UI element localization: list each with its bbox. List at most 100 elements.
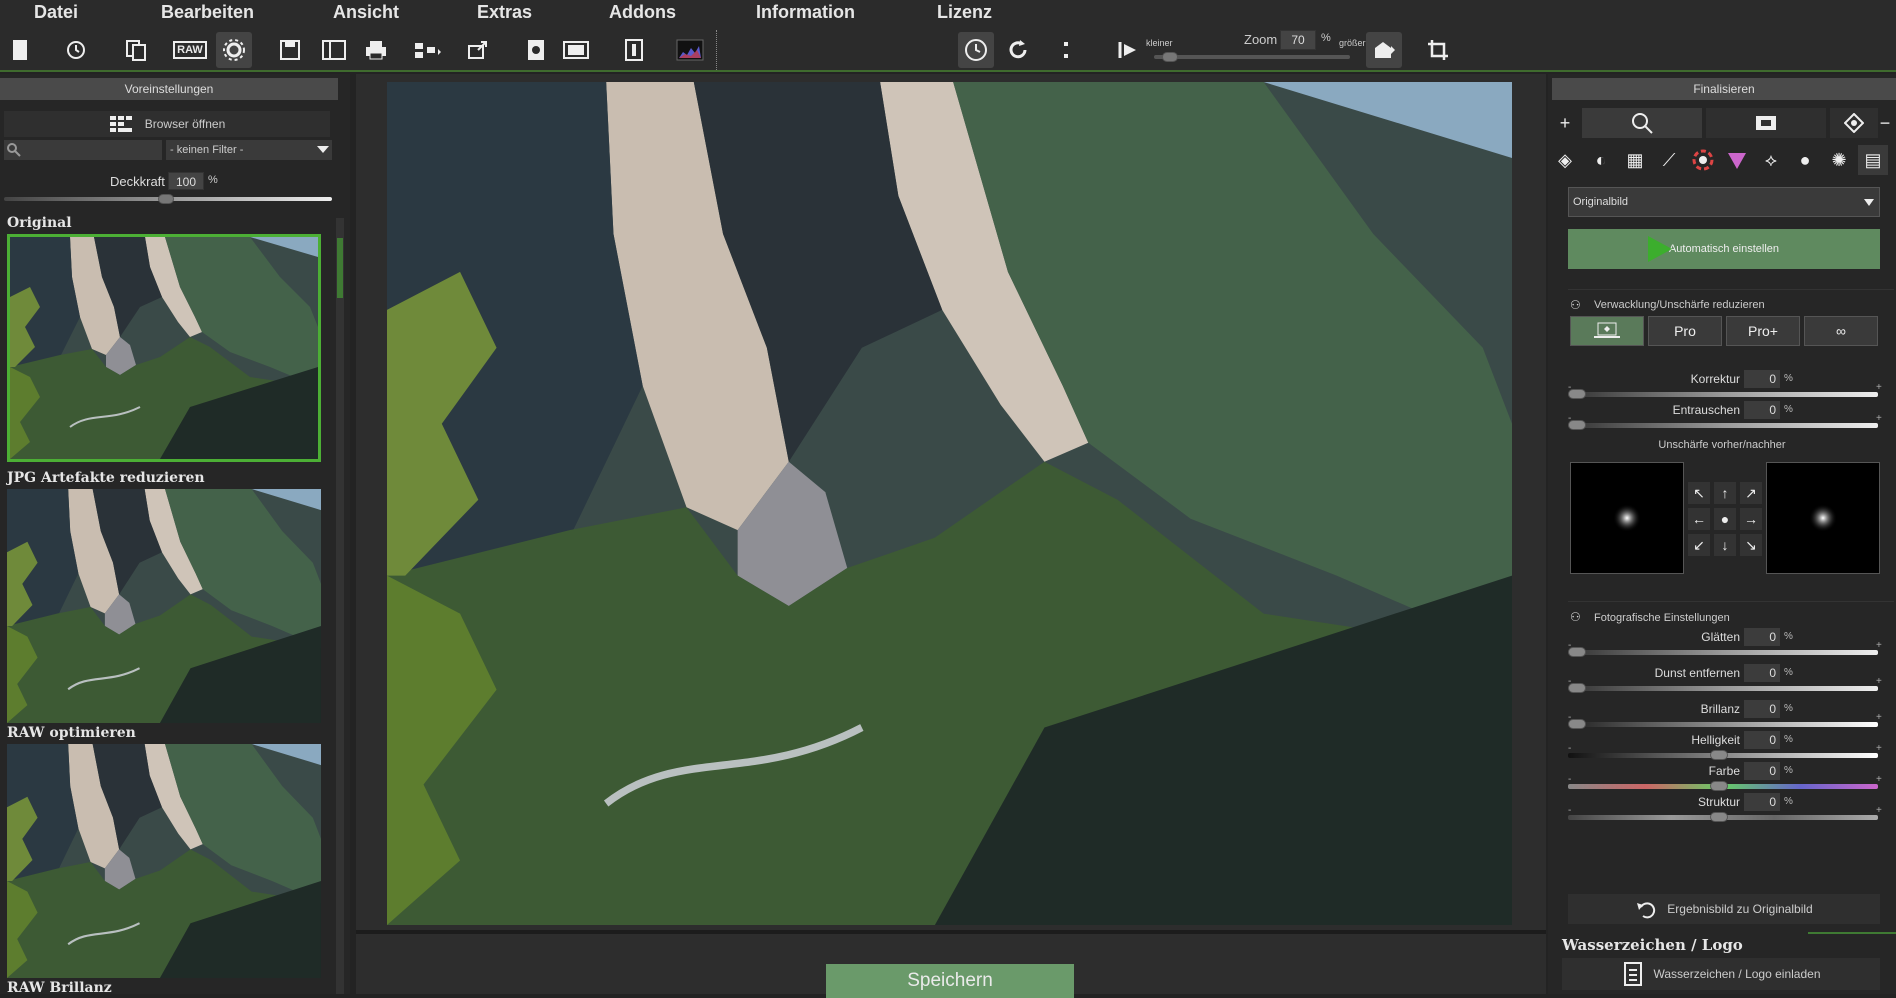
rgb-triangle-icon[interactable] xyxy=(1722,145,1752,175)
opacity-slider-knob[interactable] xyxy=(158,194,174,204)
center-dot-icon[interactable]: ● xyxy=(1714,508,1736,530)
wand-icon[interactable]: ⟋ xyxy=(1654,145,1684,175)
color-wheel-icon[interactable] xyxy=(1688,145,1718,175)
slider-knob[interactable] xyxy=(1710,750,1728,760)
slider-track[interactable] xyxy=(1568,392,1878,397)
accent-line xyxy=(1808,932,1896,934)
lens-icon[interactable]: ● xyxy=(1790,145,1820,175)
arrow-up-right-icon[interactable]: ↗ xyxy=(1740,482,1762,504)
slider-track[interactable] xyxy=(1568,650,1878,655)
new-file-icon[interactable] xyxy=(2,32,38,68)
slider-label: Struktur xyxy=(1697,795,1740,809)
mode-basic-button[interactable] xyxy=(1570,316,1644,346)
tab-frame[interactable] xyxy=(1706,108,1826,138)
rotate-icon[interactable] xyxy=(1000,32,1036,68)
slider-track[interactable] xyxy=(1568,686,1878,691)
menu-datei[interactable]: Datei xyxy=(34,2,78,23)
save-button[interactable]: Speichern xyxy=(826,964,1074,998)
slider-track[interactable] xyxy=(1568,722,1878,727)
arrow-down-left-icon[interactable]: ↙ xyxy=(1688,534,1710,556)
arrow-up-left-icon[interactable]: ↖ xyxy=(1688,482,1710,504)
batch-icon[interactable] xyxy=(518,32,554,68)
noise-icon[interactable]: ▦ xyxy=(1620,145,1650,175)
slider-knob[interactable] xyxy=(1568,719,1586,729)
document-icon[interactable]: ▤ xyxy=(1858,145,1888,175)
contrast-icon[interactable]: ◐ xyxy=(1586,145,1616,175)
browser-grid-icon xyxy=(109,116,132,132)
zoom-slider[interactable] xyxy=(1154,55,1350,59)
slider-value-input[interactable]: 0 xyxy=(1744,628,1780,646)
browser-open-button[interactable]: Browser öffnen xyxy=(4,111,330,137)
source-image-select[interactable]: Originalbild xyxy=(1568,187,1880,217)
zoom-in-icon[interactable] xyxy=(1366,32,1402,68)
filter-select[interactable]: - keinen Filter - xyxy=(166,140,332,160)
presets-gear-icon[interactable] xyxy=(216,32,252,68)
filter-select-value: - keinen Filter - xyxy=(170,144,244,156)
slider-value-input[interactable]: 0 xyxy=(1744,762,1780,780)
slider-knob[interactable] xyxy=(1568,647,1586,657)
mode-infinity-button[interactable]: ∞ xyxy=(1804,316,1878,346)
print-icon[interactable] xyxy=(358,32,394,68)
crop-icon[interactable] xyxy=(1420,32,1456,68)
history-icon[interactable] xyxy=(58,32,94,68)
copy-icon[interactable] xyxy=(118,32,154,68)
menu-lizenz[interactable]: Lizenz xyxy=(937,2,992,23)
scrollbar-thumb[interactable] xyxy=(337,238,343,298)
slider-value-input[interactable]: 0 xyxy=(1744,793,1780,811)
preview-divider xyxy=(356,930,1546,934)
save-icon[interactable] xyxy=(272,32,308,68)
preset-thumb-jpg[interactable] xyxy=(7,489,321,723)
mode-proplus-button[interactable]: Pro+ xyxy=(1726,316,1800,346)
aperture-icon[interactable]: ✺ xyxy=(1824,145,1854,175)
slider-knob[interactable] xyxy=(1568,389,1586,399)
zoom-out-icon[interactable] xyxy=(1108,32,1144,68)
zoom-slider-knob[interactable] xyxy=(1162,52,1178,62)
mode-pro-button[interactable]: Pro xyxy=(1648,316,1722,346)
slider-knob[interactable] xyxy=(1710,812,1728,822)
arrow-right-icon[interactable]: → xyxy=(1740,508,1762,530)
zoom-value-input[interactable]: 70 xyxy=(1280,30,1316,50)
curves-icon[interactable]: ⟡ xyxy=(1756,145,1786,175)
slider-knob[interactable] xyxy=(1568,683,1586,693)
export-icon[interactable] xyxy=(410,32,446,68)
menu-bearbeiten[interactable]: Bearbeiten xyxy=(161,2,254,23)
slider-value-input[interactable]: 0 xyxy=(1744,370,1780,388)
menu-ansicht[interactable]: Ansicht xyxy=(333,2,399,23)
info-icon[interactable] xyxy=(616,32,652,68)
slider-value-input[interactable]: 0 xyxy=(1744,731,1780,749)
tab-search[interactable] xyxy=(1582,108,1702,138)
menu-extras[interactable]: Extras xyxy=(477,2,532,23)
opacity-value-input[interactable]: 100 xyxy=(168,172,204,190)
slider-value-input[interactable]: 0 xyxy=(1744,700,1780,718)
share-icon[interactable] xyxy=(460,32,496,68)
slider-knob[interactable] xyxy=(1568,420,1586,430)
main-image-preview[interactable] xyxy=(387,82,1512,925)
arrow-up-icon[interactable]: ↑ xyxy=(1714,482,1736,504)
slider-track[interactable] xyxy=(1568,423,1878,428)
raw-settings-icon[interactable]: RAW xyxy=(172,32,208,68)
more-icon[interactable] xyxy=(1048,32,1084,68)
slider-value-input[interactable]: 0 xyxy=(1744,401,1780,419)
compare-icon[interactable] xyxy=(558,32,594,68)
add-icon[interactable]: + xyxy=(1550,108,1580,138)
preset-thumb-raw[interactable] xyxy=(7,744,321,978)
remove-icon[interactable]: − xyxy=(1870,108,1896,138)
compare-clock-icon[interactable] xyxy=(958,32,994,68)
slider-value-input[interactable]: 0 xyxy=(1744,664,1780,682)
menu-addons[interactable]: Addons xyxy=(609,2,676,23)
arrow-left-icon[interactable]: ← xyxy=(1688,508,1710,530)
arrow-down-right-icon[interactable]: ↘ xyxy=(1740,534,1762,556)
watermark-load-button[interactable]: Wasserzeichen / Logo einladen xyxy=(1562,958,1880,990)
slider-knob[interactable] xyxy=(1710,781,1728,791)
watermark-title: Wasserzeichen / Logo xyxy=(1562,936,1743,954)
preset-thumb-original[interactable] xyxy=(7,234,321,462)
arrow-down-icon[interactable]: ↓ xyxy=(1714,534,1736,556)
search-input[interactable] xyxy=(4,140,162,160)
save-as-icon[interactable] xyxy=(316,32,352,68)
auto-adjust-button[interactable]: Automatisch einstellen xyxy=(1568,229,1880,269)
menu-information[interactable]: Information xyxy=(756,2,855,23)
histogram-icon[interactable] xyxy=(672,32,708,68)
presets-scrollbar[interactable] xyxy=(336,218,344,994)
reset-to-original-button[interactable]: Ergebnisbild zu Originalbild xyxy=(1568,894,1880,924)
diamond-icon[interactable]: ◈ xyxy=(1550,145,1580,175)
